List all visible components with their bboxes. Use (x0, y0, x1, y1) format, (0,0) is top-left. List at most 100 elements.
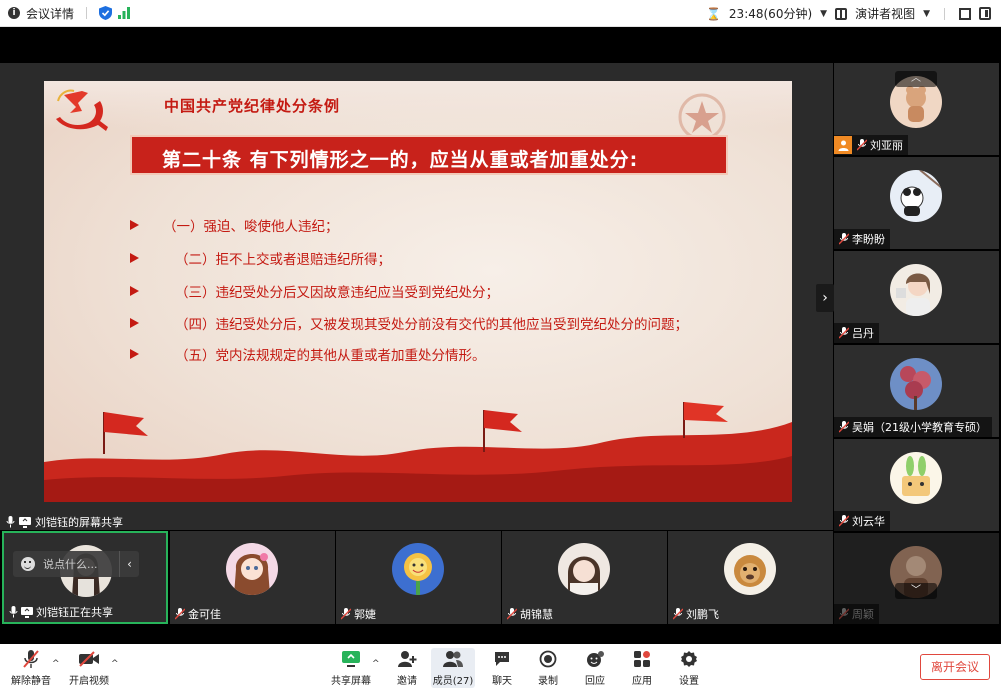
avatar (890, 358, 942, 410)
bullet-arrow-icon (130, 349, 139, 359)
participant-tile[interactable]: 金可佳 (170, 531, 335, 624)
avatar (890, 452, 942, 504)
apps-icon (633, 648, 651, 670)
article-banner: 第二十条 有下列情形之一的，应当从重或者加重处分: (130, 135, 728, 175)
slide-title: 中国共产党纪律处分条例 (164, 97, 341, 115)
participant-tile[interactable]: 吕丹 (834, 251, 999, 343)
participant-tile[interactable]: 郭婕 (336, 531, 501, 624)
unmute-button[interactable]: 解除静音 (6, 648, 56, 688)
participant-name-tag: 胡锦慧 (502, 604, 558, 624)
participant-tile[interactable]: 刘云华 (834, 439, 999, 531)
chat-button[interactable]: 聊天 (477, 648, 527, 688)
participant-tile[interactable]: 刘鹏飞 (668, 531, 833, 624)
view-mode-selector[interactable]: 演讲者视图 (855, 5, 915, 22)
slide-bullet: （二）拒不上交或者退赔违纪所得； (130, 247, 391, 269)
start-video-button[interactable]: 开启视频 (64, 648, 114, 688)
slide-bullet: （三）违纪受处分后又因故意违纪应当受到党纪处分； (130, 280, 499, 302)
avatar (558, 543, 610, 595)
participant-name-tag: 刘云华 (834, 511, 890, 531)
share-screen-button[interactable]: 共享屏幕 (326, 648, 376, 688)
bottom-participant-row: 说点什么... ‹ 刘铠钰正在共享 金可佳 郭婕 胡锦慧 刘鹏飞 (0, 531, 1001, 624)
meeting-timer: 23:48(60分钟) (728, 7, 813, 21)
avatar (890, 170, 942, 222)
chevron-up-icon[interactable]: ︿ (895, 71, 937, 87)
participant-name-tag: 刘铠钰正在共享 (4, 602, 118, 622)
settings-button[interactable]: 设置 (664, 648, 714, 688)
bullet-arrow-icon (130, 220, 139, 230)
slide-footer-art (44, 402, 792, 502)
screen-share-owner: 刘铠钰的屏幕共享 (35, 516, 123, 529)
screen-share-icon (19, 516, 31, 528)
divider (86, 7, 88, 19)
meeting-info-link[interactable]: 会议详情 (26, 5, 74, 22)
star-emblem-icon (678, 93, 726, 141)
mic-off-icon (839, 327, 849, 339)
participant-tile[interactable]: 吴娟（21级小学教育专硕） (834, 345, 999, 437)
invite-icon (397, 648, 417, 670)
bullet-arrow-icon (130, 318, 139, 328)
participant-name-tag: 吕丹 (834, 323, 879, 343)
mic-off-icon (175, 608, 185, 620)
chevron-up-icon[interactable]: ^ (372, 659, 380, 669)
leave-meeting-button[interactable]: 离开会议 (920, 654, 990, 680)
fullscreen-icon[interactable] (959, 7, 971, 20)
record-button[interactable]: 录制 (523, 648, 573, 688)
chat-icon (493, 648, 511, 670)
mic-off-icon (839, 421, 849, 433)
mic-icon (6, 516, 15, 528)
mic-off-icon (341, 608, 351, 620)
signal-icon[interactable] (118, 7, 131, 19)
slide-bullet: （四）违纪受处分后，又被发现其受处分前没有交代的其他应当受到党纪处分的问题； (130, 312, 688, 334)
participant-name-tag: 金可佳 (170, 604, 226, 624)
chevron-down-icon[interactable]: ﹀ (895, 583, 937, 599)
bottom-toolbar: 解除静音 ^ 开启视频 ^ 共享屏幕 ^ 邀请 成员(27) 聊天 录制 回应 … (0, 644, 1001, 689)
shield-icon[interactable] (99, 6, 113, 20)
apps-button[interactable]: 应用 (617, 648, 667, 688)
gear-icon (680, 648, 698, 670)
emoji-icon[interactable] (21, 557, 35, 571)
members-button[interactable]: 成员(27) (431, 648, 475, 688)
participant-name-tag: 吴娟（21级小学教育专硕） (834, 417, 992, 437)
screen-share-label: 刘铠钰的屏幕共享 (6, 514, 123, 530)
mic-off-icon (673, 608, 683, 620)
chevron-up-icon[interactable]: ^ (111, 659, 119, 669)
divider (944, 7, 945, 20)
host-icon (834, 136, 852, 154)
screen-share-icon (21, 606, 33, 618)
share-screen-icon (341, 648, 361, 670)
chevron-down-icon[interactable]: ▼ (820, 9, 827, 19)
slide-bullet: （一）强迫、唆使他人违纪； (130, 214, 339, 236)
mic-off-icon (857, 139, 867, 151)
invite-button[interactable]: 邀请 (382, 648, 432, 688)
bullet-arrow-icon (130, 286, 139, 296)
participant-tile[interactable]: 李盼盼 (834, 157, 999, 249)
participant-name-tag: 李盼盼 (834, 229, 890, 249)
reaction-icon (585, 648, 605, 670)
bullet-arrow-icon (130, 253, 139, 263)
speaker-view-icon[interactable] (835, 7, 848, 20)
article-heading: 第二十条 有下列情形之一的，应当从重或者加重处分: (162, 149, 639, 171)
reactions-button[interactable]: 回应 (570, 648, 620, 688)
participant-tile[interactable]: 胡锦慧 (502, 531, 667, 624)
avatar (890, 264, 942, 316)
chevron-up-icon[interactable]: ^ (52, 659, 60, 669)
avatar (724, 543, 776, 595)
participant-name-tag: 刘鹏飞 (668, 604, 724, 624)
camera-off-icon (78, 648, 100, 670)
mic-off-icon (507, 608, 517, 620)
chat-quick-placeholder: 说点什么... (43, 558, 98, 571)
avatar (392, 543, 444, 595)
self-video-tile[interactable]: 说点什么... ‹ 刘铠钰正在共享 (2, 531, 168, 624)
sidebar-toggle-icon[interactable] (979, 7, 991, 20)
chevron-right-icon[interactable]: › (816, 284, 834, 312)
slide-bullet: （五）党内法规规定的其他从重或者加重处分情形。 (130, 343, 486, 365)
hourglass-icon: ⌛ (705, 6, 721, 21)
chevron-left-icon[interactable]: ‹ (119, 551, 139, 577)
avatar (226, 543, 278, 595)
mic-icon (9, 606, 18, 618)
info-icon[interactable]: i (8, 7, 20, 19)
participant-name-tag: 郭婕 (336, 604, 381, 624)
chat-quick-input[interactable]: 说点什么... ‹ (13, 551, 139, 577)
chevron-down-icon[interactable]: ▼ (923, 9, 930, 19)
party-emblem-icon (56, 89, 108, 131)
